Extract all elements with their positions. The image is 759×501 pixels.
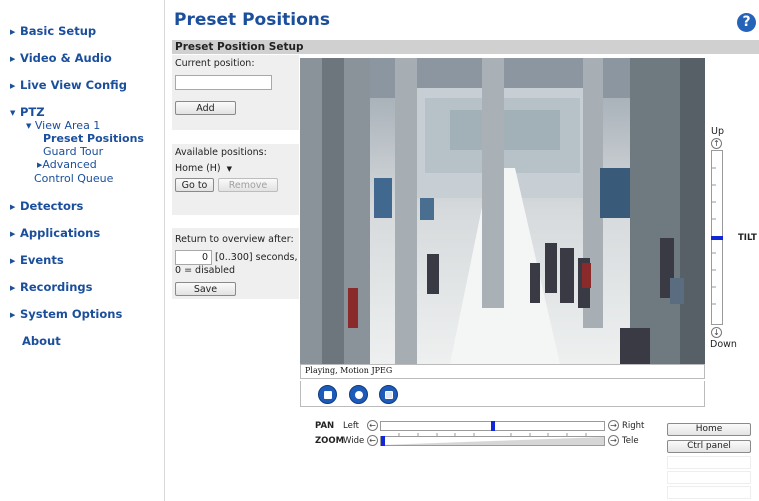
nav-about[interactable]: About	[22, 334, 61, 348]
available-positions-panel: Available positions: Home (H) ▼ Go to Re…	[172, 144, 299, 215]
section-header: Preset Position Setup	[172, 40, 759, 54]
section-title: Preset Position Setup	[175, 41, 304, 53]
live-video[interactable]	[300, 58, 705, 364]
tilt-down-arrow-icon[interactable]: ↓	[711, 327, 722, 338]
arrow-right-icon: ▶	[10, 82, 16, 90]
return-seconds-input[interactable]: 0	[175, 250, 212, 265]
nav-control-queue[interactable]: Control Queue	[34, 172, 113, 185]
ctrl-panel-button[interactable]: Ctrl panel	[667, 440, 751, 453]
save-button[interactable]: Save	[175, 282, 236, 296]
tilt-up-label: Up	[711, 126, 724, 137]
position-select-value: Home (H)	[175, 163, 221, 174]
pan-left-arrow-icon[interactable]: ←	[367, 420, 378, 431]
current-position-panel: Current position: Add	[172, 55, 299, 130]
page-title: Preset Positions	[174, 10, 331, 30]
return-disabled-text: 0 = disabled	[175, 265, 236, 276]
zoom-right-arrow-icon[interactable]: →	[608, 435, 619, 446]
nav-view-area-1[interactable]: ▼ View Area 1	[26, 119, 100, 132]
return-overview-panel: Return to overview after: 0 [0..300] sec…	[172, 228, 299, 299]
nav-basic-setup[interactable]: ▶ Basic Setup	[10, 24, 96, 38]
stop-button[interactable]	[318, 385, 337, 404]
video-status-bar: Playing, Motion JPEG	[300, 364, 705, 379]
pan-slider[interactable]	[380, 421, 605, 437]
nav-detectors[interactable]: ▶ Detectors	[10, 199, 83, 213]
pan-label: PAN	[315, 421, 335, 431]
arrow-right-icon: ▶	[10, 257, 16, 265]
nav-recordings[interactable]: ▶ Recordings	[10, 280, 92, 294]
remove-button[interactable]: Remove	[218, 178, 278, 192]
nav-live-view-config[interactable]: ▶ Live View Config	[10, 78, 127, 92]
return-range-text: [0..300] seconds,	[215, 252, 298, 263]
empty-slot	[667, 486, 751, 499]
stop-icon	[324, 391, 332, 399]
nav-video-audio[interactable]: ▶ Video & Audio	[10, 51, 112, 65]
home-button[interactable]: Home	[667, 423, 751, 436]
arrow-right-icon: ▶	[10, 311, 16, 319]
sidebar: ▶ Basic Setup ▶ Video & Audio ▶ Live View C…	[0, 0, 165, 501]
video-status-text: Playing, Motion JPEG	[305, 366, 393, 375]
position-select[interactable]: Home (H) ▼	[175, 163, 232, 174]
goto-button[interactable]: Go to	[175, 178, 214, 192]
nav-preset-positions[interactable]: Preset Positions	[43, 132, 144, 145]
video-frame	[300, 58, 705, 364]
nav-events[interactable]: ▶ Events	[10, 253, 64, 267]
fullscreen-button[interactable]	[379, 385, 398, 404]
arrow-right-icon: ▶	[10, 203, 16, 211]
tilt-thumb[interactable]	[711, 235, 723, 240]
arrow-right-icon: ▶	[10, 284, 16, 292]
nav-system-options[interactable]: ▶ System Options	[10, 307, 122, 321]
zoom-left-arrow-icon[interactable]: ←	[367, 435, 378, 446]
tilt-up-arrow-icon[interactable]: ↑	[711, 138, 722, 149]
add-button[interactable]: Add	[175, 101, 236, 115]
nav-advanced[interactable]: ▶Advanced	[37, 158, 97, 171]
help-icon[interactable]: ?	[737, 13, 756, 32]
pan-right-label: Right	[622, 421, 645, 431]
arrow-down-icon: ▼	[10, 109, 16, 117]
return-overview-label: Return to overview after:	[175, 234, 294, 245]
zoom-wide-label: Wide	[343, 436, 365, 446]
tilt-label: TILT	[738, 233, 757, 243]
arrow-right-icon: ▶	[10, 230, 16, 238]
camera-icon	[355, 391, 363, 399]
snapshot-button[interactable]	[349, 385, 368, 404]
zoom-label: ZOOM	[315, 436, 345, 446]
zoom-thumb[interactable]	[381, 436, 385, 446]
nav-guard-tour[interactable]: Guard Tour	[43, 145, 103, 158]
current-position-input[interactable]	[175, 75, 272, 90]
pan-left-label: Left	[343, 421, 359, 431]
available-positions-label: Available positions:	[175, 147, 267, 158]
chevron-down-icon: ▼	[226, 165, 233, 173]
tilt-slider[interactable]	[711, 150, 723, 325]
empty-slot	[667, 471, 751, 484]
nav-applications[interactable]: ▶ Applications	[10, 226, 100, 240]
pan-thumb[interactable]	[490, 421, 495, 431]
fullscreen-icon	[385, 391, 393, 399]
empty-slot	[667, 456, 751, 469]
zoom-slider[interactable]	[380, 436, 605, 446]
zoom-tele-label: Tele	[622, 436, 639, 446]
nav-ptz[interactable]: ▼ PTZ	[10, 105, 45, 119]
arrow-right-icon: ▶	[10, 55, 16, 63]
arrow-down-icon: ▼	[26, 122, 32, 130]
camera-buttons	[300, 381, 705, 407]
arrow-right-icon: ▶	[10, 28, 16, 36]
current-position-label: Current position:	[175, 58, 255, 69]
tilt-down-label: Down	[710, 339, 737, 350]
pan-right-arrow-icon[interactable]: →	[608, 420, 619, 431]
